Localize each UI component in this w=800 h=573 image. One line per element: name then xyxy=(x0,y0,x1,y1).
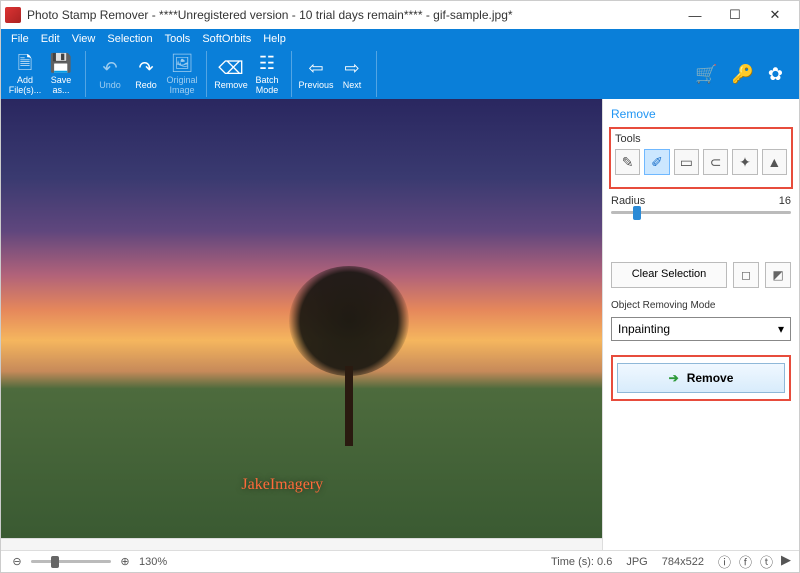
photo-watermark: JakeImagery xyxy=(241,476,323,494)
menu-edit[interactable]: Edit xyxy=(35,31,66,47)
status-time: Time (s): 0.6 xyxy=(551,556,612,568)
deselect-icon: ◻ xyxy=(741,268,751,282)
info-icon[interactable]: ⓘ xyxy=(718,552,731,571)
pencil-tool[interactable]: ✎ xyxy=(615,149,640,175)
previous-button[interactable]: ⇦Previous xyxy=(298,51,334,97)
zoom-slider[interactable] xyxy=(31,560,111,563)
invert-selection-button[interactable]: ◩ xyxy=(765,262,791,288)
status-bar: ⊖ ⊕ 130% Time (s): 0.6 JPG 784x522 ⓘ ⓕ ⓣ… xyxy=(1,550,799,572)
minimize-button[interactable]: — xyxy=(675,1,715,29)
panel-header: Remove xyxy=(611,107,791,121)
menu-view[interactable]: View xyxy=(66,31,102,47)
rectangle-tool[interactable]: ▭ xyxy=(674,149,699,175)
batch-mode-button[interactable]: ☷Batch Mode xyxy=(249,51,285,97)
twitter-icon[interactable]: ⓣ xyxy=(760,552,773,571)
facebook-icon[interactable]: ⓕ xyxy=(739,552,752,571)
radius-value: 16 xyxy=(779,195,791,207)
image-canvas[interactable]: JakeImagery xyxy=(1,99,602,538)
close-button[interactable]: ✕ xyxy=(755,1,795,29)
mode-label: Object Removing Mode xyxy=(611,300,791,311)
zoom-out-button[interactable]: ⊖ xyxy=(9,555,25,568)
zoom-value: 130% xyxy=(139,556,167,568)
save-as-button[interactable]: 💾Save as... xyxy=(43,51,79,97)
marker-icon: ✐ xyxy=(651,154,663,171)
menu-file[interactable]: File xyxy=(5,31,35,47)
undo-icon: ↶ xyxy=(102,58,117,80)
side-panel: Remove Tools ✎ ✐ ▭ ⊂ ✦ ▲ Radius 16 Clear… xyxy=(603,99,799,550)
marker-tool[interactable]: ✐ xyxy=(644,149,669,175)
undo-button[interactable]: ↶Undo xyxy=(92,51,128,97)
batch-icon: ☷ xyxy=(259,53,275,75)
original-image-button[interactable]: 🖼Original Image xyxy=(164,51,200,97)
zoom-in-button[interactable]: ⊕ xyxy=(117,555,133,568)
stamp-tool[interactable]: ▲ xyxy=(762,149,787,175)
tools-highlight: Tools ✎ ✐ ▭ ⊂ ✦ ▲ xyxy=(609,127,793,189)
chevron-down-icon: ▾ xyxy=(778,322,784,336)
status-format: JPG xyxy=(626,556,647,568)
menu-tools[interactable]: Tools xyxy=(159,31,197,47)
menu-bar: File Edit View Selection Tools SoftOrbit… xyxy=(1,29,799,49)
remove-toolbar-button[interactable]: ⌫Remove xyxy=(213,51,249,97)
remove-highlight: ➔ Remove xyxy=(611,355,791,401)
work-area: JakeImagery Remove Tools ✎ ✐ ▭ ⊂ ✦ ▲ Rad… xyxy=(1,99,799,550)
deselect-button[interactable]: ◻ xyxy=(733,262,759,288)
app-icon xyxy=(5,7,21,23)
horizontal-scrollbar[interactable] xyxy=(1,538,602,550)
arrow-right-icon: ➔ xyxy=(669,371,679,385)
maximize-button[interactable]: ☐ xyxy=(715,1,755,29)
add-file-icon: 🗎 xyxy=(18,53,32,75)
cart-icon[interactable]: 🛒 xyxy=(695,64,717,85)
invert-icon: ◩ xyxy=(772,268,783,282)
redo-button[interactable]: ↷Redo xyxy=(128,51,164,97)
redo-icon: ↷ xyxy=(138,58,153,80)
main-toolbar: 🗎Add File(s)... 💾Save as... ↶Undo ↷Redo … xyxy=(1,49,799,99)
slider-thumb[interactable] xyxy=(633,206,641,220)
remove-button-label: Remove xyxy=(687,371,734,385)
status-dimensions: 784x522 xyxy=(662,556,704,568)
menu-selection[interactable]: Selection xyxy=(101,31,158,47)
photo-preview: JakeImagery xyxy=(1,99,602,538)
next-button[interactable]: ⇨Next xyxy=(334,51,370,97)
save-icon: 💾 xyxy=(50,53,72,75)
youtube-icon[interactable]: ▶ xyxy=(781,552,791,571)
radius-label: Radius xyxy=(611,195,645,207)
canvas-pane: JakeImagery xyxy=(1,99,603,550)
rectangle-icon: ▭ xyxy=(680,154,693,171)
wand-icon: ✦ xyxy=(739,154,751,171)
stamp-icon: ▲ xyxy=(767,154,781,170)
clear-selection-button[interactable]: Clear Selection xyxy=(611,262,727,288)
mode-select[interactable]: Inpainting ▾ xyxy=(611,317,791,341)
image-icon: 🖼 xyxy=(171,53,194,75)
magic-wand-tool[interactable]: ✦ xyxy=(732,149,757,175)
selection-tools: ✎ ✐ ▭ ⊂ ✦ ▲ xyxy=(615,149,787,175)
lasso-icon: ⊂ xyxy=(710,154,722,171)
key-icon[interactable]: 🔑 xyxy=(731,64,753,85)
lasso-tool[interactable]: ⊂ xyxy=(703,149,728,175)
add-files-button[interactable]: 🗎Add File(s)... xyxy=(7,51,43,97)
menu-help[interactable]: Help xyxy=(257,31,292,47)
mode-value: Inpainting xyxy=(618,322,670,336)
previous-icon: ⇦ xyxy=(308,58,323,80)
window-title: Photo Stamp Remover - ****Unregistered v… xyxy=(27,8,675,22)
eraser-icon: ⌫ xyxy=(218,58,243,80)
remove-button[interactable]: ➔ Remove xyxy=(617,363,785,393)
pencil-icon: ✎ xyxy=(622,154,634,171)
menu-softorbits[interactable]: SoftOrbits xyxy=(196,31,257,47)
next-icon: ⇨ xyxy=(344,58,359,80)
package-icon[interactable]: ✿ xyxy=(768,64,783,85)
tools-label: Tools xyxy=(615,133,787,145)
title-bar: Photo Stamp Remover - ****Unregistered v… xyxy=(1,1,799,29)
radius-slider[interactable] xyxy=(611,211,791,214)
